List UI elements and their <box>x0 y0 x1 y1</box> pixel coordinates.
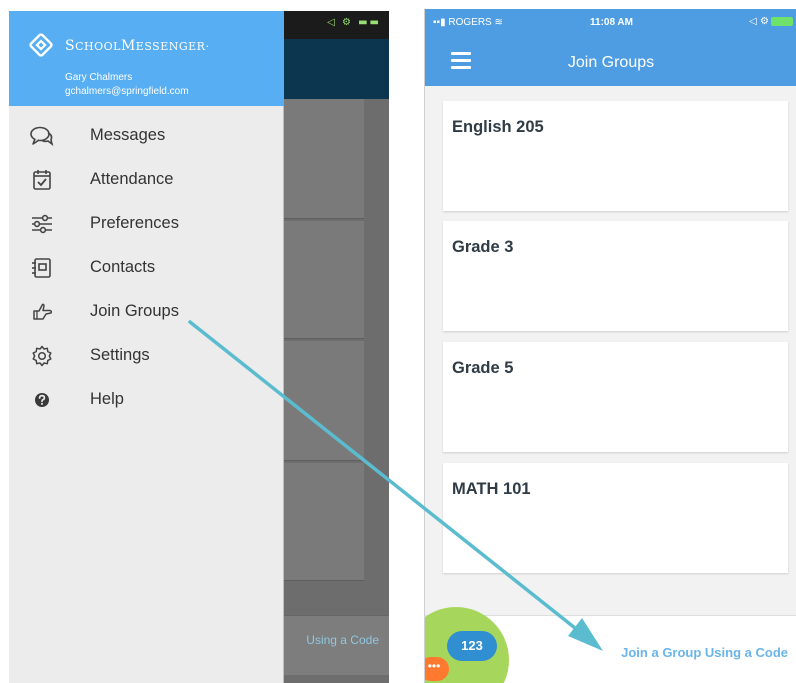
page-title: Join Groups <box>567 54 655 71</box>
carrier-signal: ▪▪▮ ROGERS ≋ <box>433 17 503 28</box>
user-name: Gary Chalmers <box>65 72 133 83</box>
menu-item-label: Contacts <box>90 258 156 276</box>
dimmed-background-content: Using a Code <box>284 99 389 683</box>
menu-item-label: Settings <box>90 346 150 364</box>
right-phone-screen: ▪▪▮ ROGERS ≋ 11:08 AM ◁ ⚙ Join Groups En… <box>424 9 796 683</box>
navigation-drawer: SCHOOLMESSENGER· Gary Chalmers gchalmers… <box>9 11 284 683</box>
group-name: Grade 3 <box>452 238 514 256</box>
dimmed-card <box>284 99 364 219</box>
dimmed-card <box>284 341 364 461</box>
menu-item-label: Attendance <box>90 170 174 188</box>
group-name: MATH 101 <box>452 480 531 498</box>
right-status-bar: ▪▪▮ ROGERS ≋ 11:08 AM ◁ ⚙ <box>425 9 796 41</box>
menu-item-messages[interactable]: Messages <box>9 116 284 156</box>
brand-wordmark: SCHOOLMESSENGER· <box>65 38 210 54</box>
chat-bubbles-icon <box>30 126 54 146</box>
dimmed-app-bar <box>284 39 389 99</box>
menu-item-attendance[interactable]: Attendance <box>9 160 284 200</box>
menu-item-join-groups[interactable]: Join Groups <box>9 292 284 332</box>
dimmed-card <box>284 463 364 581</box>
menu-item-contacts[interactable]: Contacts <box>9 248 284 288</box>
left-status-bar: ◁ ⚙ ▬▬ <box>284 11 389 39</box>
menu-item-help[interactable]: Help <box>9 380 284 420</box>
location-alarm-icons: ◁ ⚙ <box>749 16 769 27</box>
menu-item-settings[interactable]: Settings <box>9 336 284 376</box>
group-card-english-205[interactable]: English 205 <box>443 101 788 211</box>
menu-item-label: Messages <box>90 126 166 144</box>
sliders-icon <box>32 214 52 234</box>
gear-icon <box>32 345 52 367</box>
user-email: gchalmers@springfield.com <box>65 86 189 97</box>
left-phone-screen: ◁ ⚙ ▬▬ Using a Code SCHOOLMESSENGER· Gar… <box>9 11 389 683</box>
address-book-icon <box>32 258 51 278</box>
menu-item-label: Preferences <box>90 214 179 232</box>
app-bar: Join Groups <box>425 41 796 86</box>
group-card-grade-5[interactable]: Grade 5 <box>443 342 788 452</box>
menu-item-label: Help <box>90 390 124 408</box>
chat-dots-icon: ••• <box>425 657 449 681</box>
drawer-header: SCHOOLMESSENGER· Gary Chalmers gchalmers… <box>9 11 284 106</box>
dimmed-footer-text: Using a Code <box>306 633 379 647</box>
status-time: 11:08 AM <box>590 17 633 28</box>
pointing-hand-icon <box>33 303 53 320</box>
status-icons: ◁ ⚙ <box>749 16 793 27</box>
dimmed-card <box>284 221 364 339</box>
group-card-grade-3[interactable]: Grade 3 <box>443 221 788 331</box>
group-name: Grade 5 <box>452 359 514 377</box>
join-group-using-code-link[interactable]: Join a Group Using a Code <box>621 645 788 660</box>
code-bubble-icon[interactable]: 123 <box>447 631 497 661</box>
calendar-check-icon <box>33 170 51 190</box>
battery-icon <box>771 16 793 26</box>
schoolmessenger-logo-icon <box>29 33 53 57</box>
menu-item-preferences[interactable]: Preferences <box>9 204 284 244</box>
help-circle-icon <box>35 393 49 407</box>
group-card-math-101[interactable]: MATH 101 <box>443 463 788 573</box>
screenshot-stage: ◁ ⚙ ▬▬ Using a Code SCHOOLMESSENGER· Gar… <box>0 0 796 683</box>
menu-item-label: Join Groups <box>90 302 179 320</box>
group-name: English 205 <box>452 118 544 136</box>
status-icons: ◁ ⚙ ▬▬ <box>327 17 381 28</box>
